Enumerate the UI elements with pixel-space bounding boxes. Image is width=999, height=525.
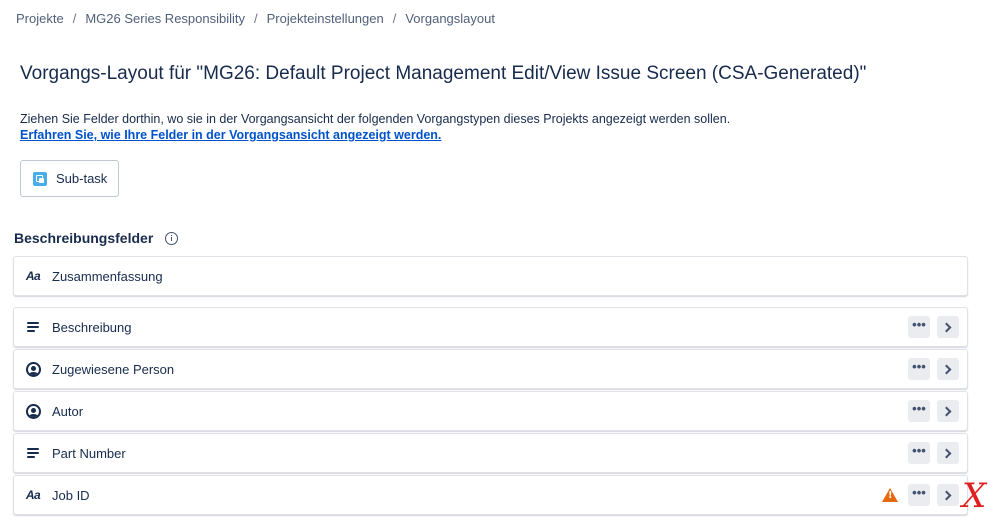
more-icon: •••: [912, 317, 926, 332]
field-row-part-number[interactable]: Part Number •••: [13, 433, 968, 473]
section-title-text: Beschreibungsfelder: [14, 230, 154, 246]
field-row-zusammenfassung[interactable]: Aa Zusammenfassung: [13, 256, 968, 296]
issue-type-label: Sub-task: [56, 171, 108, 186]
field-row-autor[interactable]: Autor •••: [13, 391, 968, 431]
chevron-right-icon: [941, 490, 952, 500]
more-options-button[interactable]: •••: [908, 358, 930, 380]
breadcrumb-separator: /: [72, 11, 77, 26]
expand-field-button[interactable]: [937, 484, 959, 506]
field-label: Part Number: [52, 445, 126, 461]
warning-icon[interactable]: [882, 488, 898, 502]
text-field-glyph: Aa: [25, 488, 41, 502]
more-icon: •••: [912, 359, 926, 374]
subtask-icon: [33, 171, 47, 186]
more-options-button[interactable]: •••: [908, 484, 930, 506]
field-label: Beschreibung: [52, 319, 132, 335]
field-label: Zugewiesene Person: [52, 361, 175, 377]
field-row-job-id[interactable]: Aa Job ID •••: [13, 475, 968, 515]
more-options-button[interactable]: •••: [908, 316, 930, 338]
expand-field-button[interactable]: [937, 358, 959, 380]
breadcrumb-projects[interactable]: Projekte: [16, 11, 64, 26]
page-description: Ziehen Sie Felder dorthin, wo sie in der…: [20, 112, 731, 126]
more-icon: •••: [912, 443, 926, 458]
breadcrumb-separator: /: [254, 11, 258, 26]
info-icon[interactable]: [165, 231, 179, 245]
chevron-right-icon: [941, 448, 952, 458]
learn-more-link[interactable]: Erfahren Sie, wie Ihre Felder in der Vor…: [20, 128, 441, 142]
breadcrumb-separator: /: [392, 11, 397, 26]
field-label: Autor: [52, 403, 84, 419]
more-icon: •••: [912, 485, 926, 500]
field-row-zugewiesene-person[interactable]: Zugewiesene Person •••: [13, 349, 968, 389]
more-options-button[interactable]: •••: [908, 442, 930, 464]
annotation-x-mark: X: [962, 476, 987, 516]
field-label: Zusammenfassung: [52, 268, 163, 284]
expand-field-button[interactable]: [937, 442, 959, 464]
page-title: Vorgangs-Layout für "MG26: Default Proje…: [20, 63, 867, 84]
field-row-beschreibung[interactable]: Beschreibung •••: [13, 307, 968, 347]
expand-field-button[interactable]: [937, 400, 959, 422]
more-icon: •••: [912, 401, 926, 416]
person-icon: [25, 361, 41, 377]
issue-type-subtask-button[interactable]: Sub-task: [20, 160, 119, 197]
chevron-right-icon: [941, 364, 952, 374]
breadcrumb-project[interactable]: MG26 Series Responsibility: [85, 11, 245, 26]
more-options-button[interactable]: •••: [908, 400, 930, 422]
paragraph-icon: [25, 319, 41, 335]
text-field-icon: Aa: [25, 268, 41, 284]
text-field-glyph: Aa: [25, 269, 41, 283]
breadcrumb-issue-layout[interactable]: Vorgangslayout: [405, 11, 495, 26]
person-icon: [25, 403, 41, 419]
text-field-icon: Aa: [25, 487, 41, 503]
chevron-right-icon: [941, 322, 952, 332]
expand-field-button[interactable]: [937, 316, 959, 338]
breadcrumb-project-settings[interactable]: Projekteinstellungen: [267, 11, 384, 26]
field-label: Job ID: [52, 487, 90, 503]
section-title: Beschreibungsfelder: [14, 230, 179, 246]
breadcrumb: Projekte / MG26 Series Responsibility / Proj…: [16, 11, 495, 26]
chevron-right-icon: [941, 406, 952, 416]
paragraph-icon: [25, 445, 41, 461]
